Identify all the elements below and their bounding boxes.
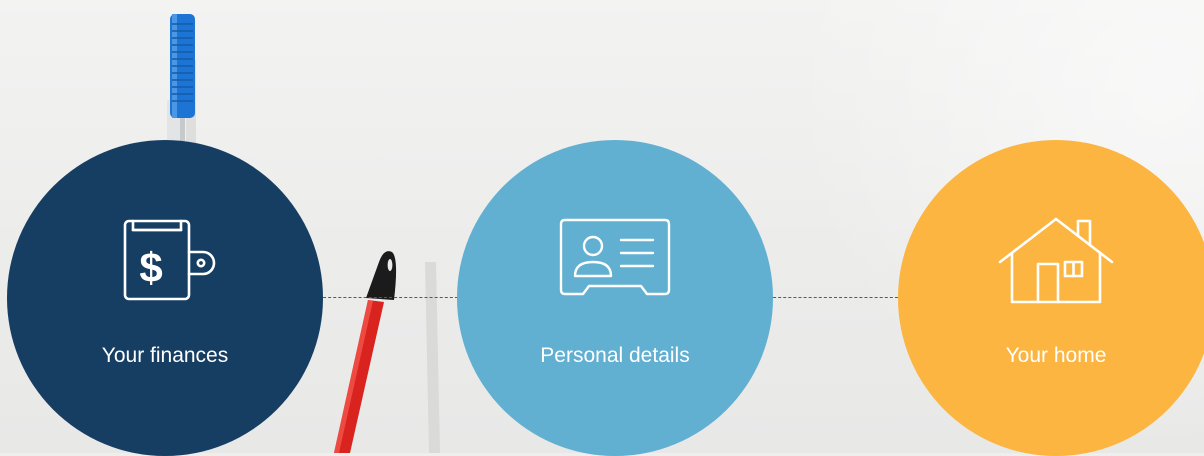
- connector-line-1: [318, 297, 463, 298]
- step-your-finances[interactable]: $ Your finances: [7, 140, 323, 456]
- step-your-home[interactable]: Your home: [898, 140, 1204, 456]
- id-card-icon: [559, 218, 671, 296]
- step-personal-details[interactable]: Personal details: [457, 140, 773, 456]
- connector-line-2: [768, 297, 903, 298]
- red-handle-shadow: [425, 262, 440, 453]
- svg-text:$: $: [139, 244, 162, 291]
- black-cap: [366, 251, 397, 300]
- step-label: Your finances: [101, 344, 229, 367]
- hang-hole: [387, 259, 393, 271]
- step-label: Your home: [1005, 344, 1107, 367]
- step-label: Personal details: [540, 344, 690, 367]
- house-icon: [998, 217, 1114, 304]
- wallet-dollar-icon: $: [123, 219, 216, 301]
